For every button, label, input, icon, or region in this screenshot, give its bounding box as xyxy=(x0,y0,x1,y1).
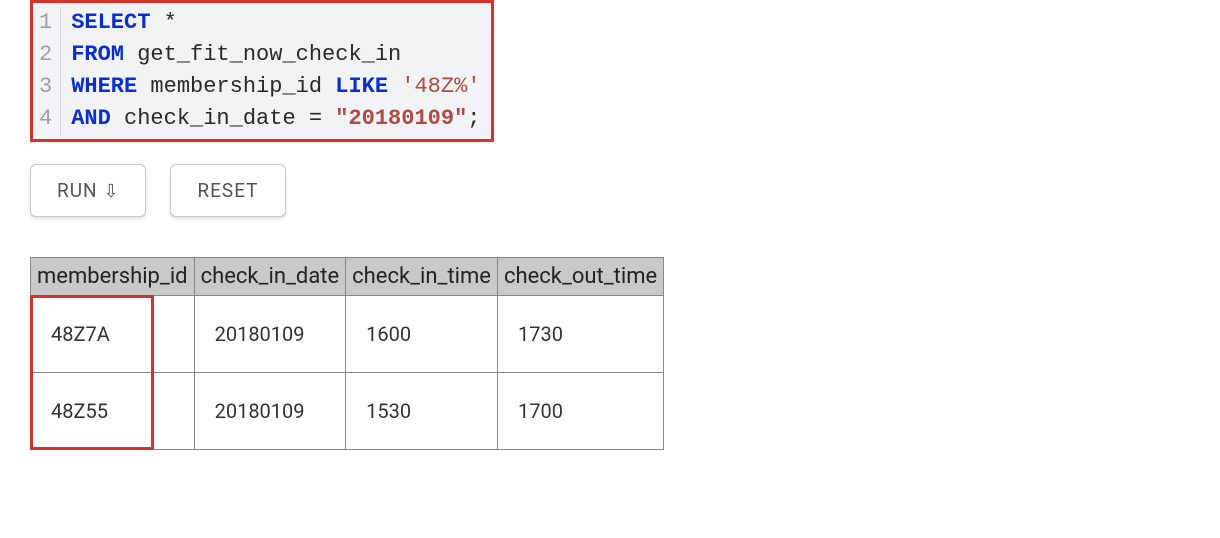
table-cell: 48Z55 xyxy=(31,372,195,449)
line-number: 4 xyxy=(39,103,52,135)
table-cell: 1600 xyxy=(346,295,498,372)
table-cell: 1530 xyxy=(346,372,498,449)
code-line: AND check_in_date = "20180109"; xyxy=(71,103,480,135)
table-cell: 1730 xyxy=(497,295,663,372)
column-header: check_out_time xyxy=(497,257,663,295)
table-row: 48Z552018010915301700 xyxy=(31,372,664,449)
column-header: check_in_date xyxy=(194,257,346,295)
button-row: RUN ⇩ RESET xyxy=(30,164,1190,217)
column-header: membership_id xyxy=(31,257,195,295)
results-table: membership_idcheck_in_datecheck_in_timec… xyxy=(30,257,664,450)
sql-editor-highlight: 1234 SELECT *FROM get_fit_now_check_inWH… xyxy=(30,0,494,142)
reset-button-label: RESET xyxy=(197,179,258,202)
table-cell: 1700 xyxy=(497,372,663,449)
line-number: 2 xyxy=(39,39,52,71)
column-header: check_in_time xyxy=(346,257,498,295)
code-line: WHERE membership_id LIKE '48Z%' xyxy=(71,71,480,103)
table-row: 48Z7A2018010916001730 xyxy=(31,295,664,372)
table-cell: 20180109 xyxy=(194,372,346,449)
run-button-label: RUN xyxy=(57,179,98,202)
code-line: FROM get_fit_now_check_in xyxy=(71,39,480,71)
run-arrow-icon: ⇩ xyxy=(103,181,119,202)
sql-editor[interactable]: 1234 SELECT *FROM get_fit_now_check_inWH… xyxy=(33,3,491,139)
code-line: SELECT * xyxy=(71,7,480,39)
line-number: 1 xyxy=(39,7,52,39)
table-cell: 48Z7A xyxy=(31,295,195,372)
run-button[interactable]: RUN ⇩ xyxy=(30,164,146,217)
table-cell: 20180109 xyxy=(194,295,346,372)
reset-button[interactable]: RESET xyxy=(170,164,285,217)
line-number: 3 xyxy=(39,71,52,103)
